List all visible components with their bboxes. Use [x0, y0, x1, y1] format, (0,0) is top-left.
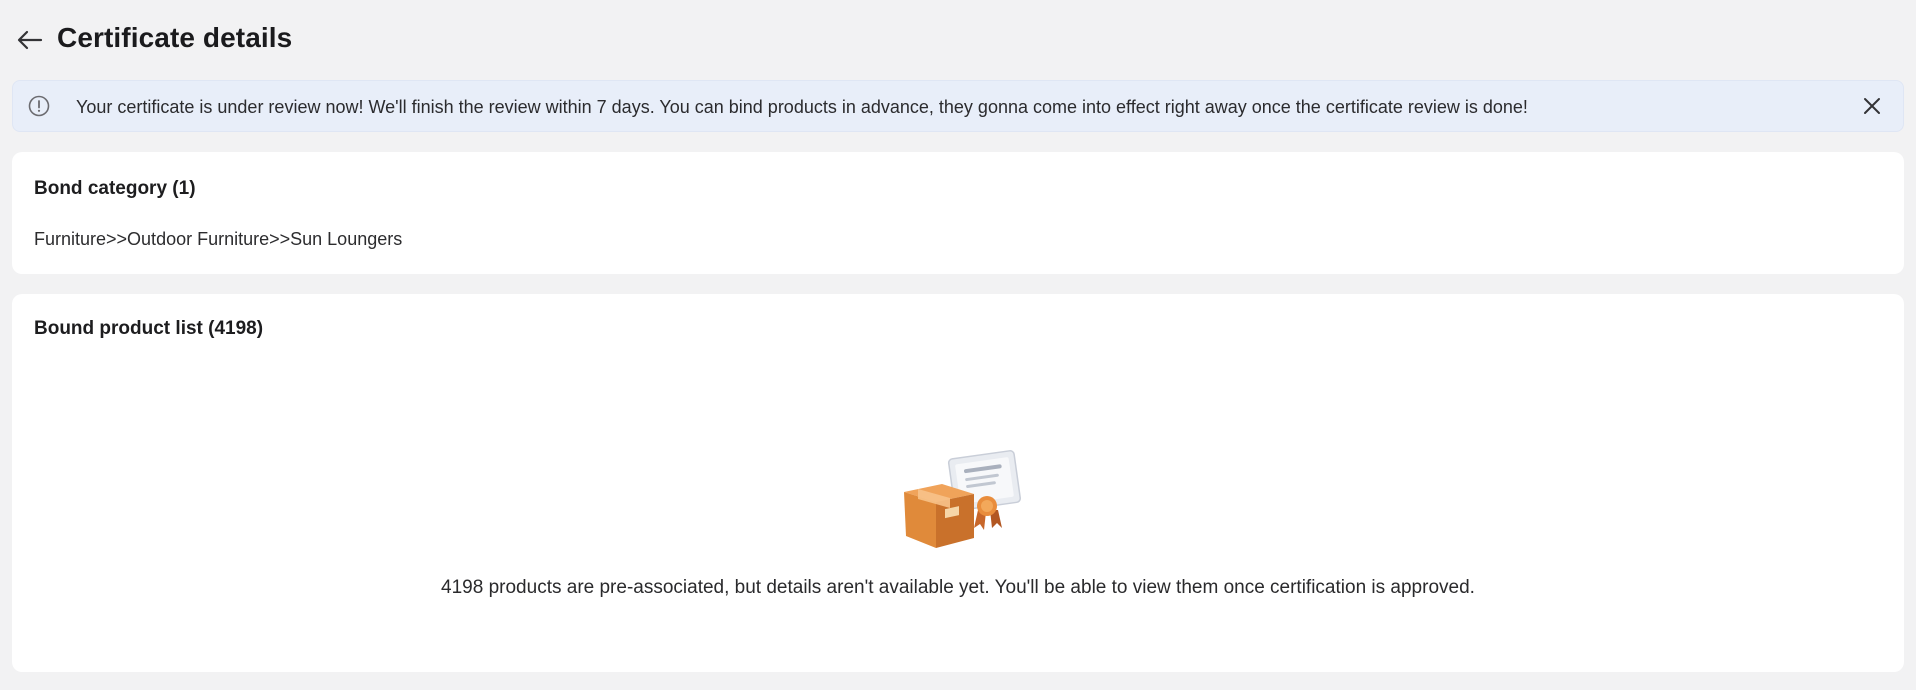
review-alert-banner: Your certificate is under review now! We…: [12, 80, 1904, 132]
arrow-left-icon: [17, 30, 43, 50]
info-circle-icon: [28, 95, 50, 117]
close-icon[interactable]: [1861, 95, 1883, 117]
empty-state-message: 4198 products are pre-associated, but de…: [441, 577, 1475, 598]
category-path: Furniture>>Outdoor Furniture>>Sun Lounge…: [34, 229, 403, 249]
bound-product-list-title: Bound product list (4198): [34, 318, 264, 339]
bound-product-list-card: Bound product list (4198) 4198 products …: [12, 294, 1904, 672]
page-header: Certificate details: [0, 0, 1916, 80]
page-title: Certificate details: [57, 22, 293, 53]
bond-category-title: Bond category (1): [34, 178, 196, 199]
back-button[interactable]: [14, 26, 46, 54]
alert-message: Your certificate is under review now! We…: [76, 97, 1528, 117]
bond-category-card: Bond category (1) Furniture>>Outdoor Fur…: [12, 152, 1904, 274]
box-certificate-icon: [904, 450, 1022, 548]
